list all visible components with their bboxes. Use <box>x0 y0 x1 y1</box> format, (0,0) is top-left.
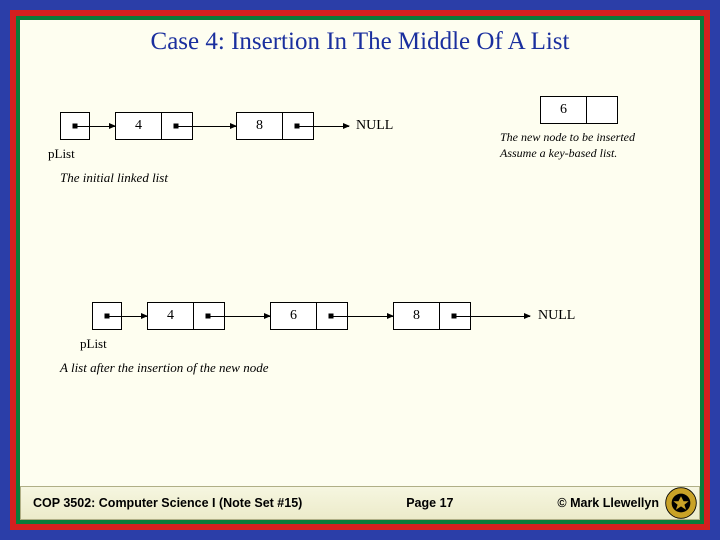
arrow <box>297 126 349 127</box>
new-node-caption-2: Assume a key-based list. <box>500 146 617 161</box>
ucf-seal-icon <box>664 486 698 520</box>
arrow <box>107 316 147 317</box>
arrow <box>176 126 236 127</box>
arrow <box>208 316 270 317</box>
node-data: 8 <box>237 113 283 139</box>
node-data: 4 <box>148 303 194 329</box>
node-data: 4 <box>116 113 162 139</box>
footer-page: Page 17 <box>302 496 557 510</box>
null-terminal: NULL <box>356 118 393 134</box>
null-terminal: NULL <box>538 308 575 324</box>
footer-course: COP 3502: Computer Science I (Note Set #… <box>21 496 302 510</box>
arrow <box>75 126 115 127</box>
slide-title: Case 4: Insertion In The Middle Of A Lis… <box>20 28 700 56</box>
arrow <box>331 316 393 317</box>
after-caption: A list after the insertion of the new no… <box>60 360 268 376</box>
node-pointer-cell <box>587 97 617 123</box>
node-data: 6 <box>271 303 317 329</box>
plist-label-after: pList <box>80 336 107 352</box>
new-node-caption-1: The new node to be inserted <box>500 130 635 145</box>
new-node: 6 <box>540 96 618 124</box>
footer-bar: COP 3502: Computer Science I (Note Set #… <box>20 486 700 520</box>
arrow <box>454 316 530 317</box>
plist-label-initial: pList <box>48 146 75 162</box>
slide-content: Case 4: Insertion In The Middle Of A Lis… <box>20 20 700 485</box>
initial-caption: The initial linked list <box>60 170 168 186</box>
node-data: 8 <box>394 303 440 329</box>
node-data: 6 <box>541 97 587 123</box>
